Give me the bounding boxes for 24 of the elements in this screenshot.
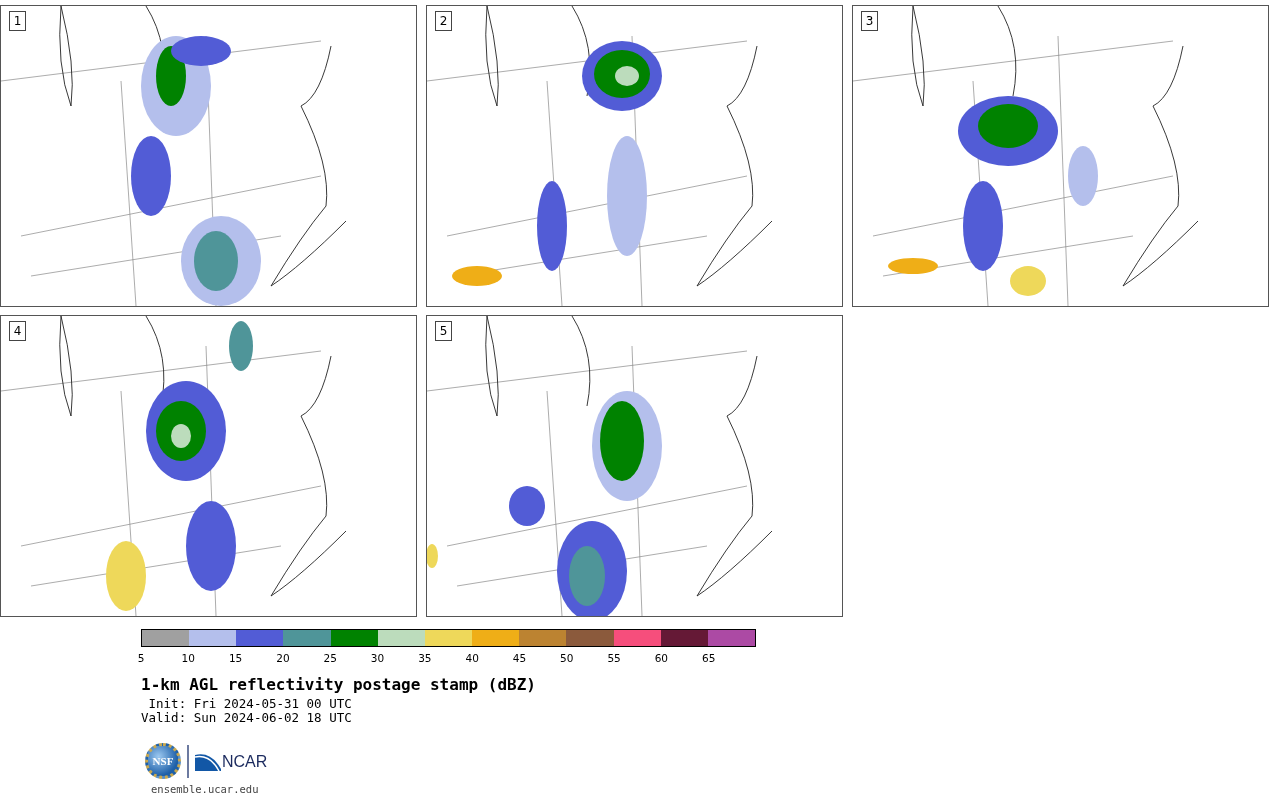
tick-label: 60: [654, 652, 669, 664]
panel-number: 1: [9, 11, 26, 31]
init-time: Init: Fri 2024-05-31 00 UTC: [147, 697, 353, 711]
panel-number: 3: [861, 11, 878, 31]
tick-label: 45: [512, 652, 527, 664]
tick-label: 30: [370, 652, 385, 664]
tick-label: 50: [560, 652, 574, 664]
tick-label: 55: [607, 652, 621, 664]
tick-label: 15: [228, 652, 243, 664]
nsf-logo: NSF: [145, 743, 181, 779]
website-url: ensemble.ucar.edu: [151, 783, 260, 795]
tick-label: 25: [323, 652, 337, 664]
tick-label: 35: [418, 652, 432, 664]
panel-number: 2: [435, 11, 452, 31]
tick-label: 10: [181, 652, 195, 664]
chart-title: 1-km AGL reflectivity postage stamp (dBZ): [141, 675, 537, 695]
valid-time: Valid: Sun 2024-06-02 18 UTC: [141, 711, 353, 725]
tick-label: 40: [465, 652, 479, 664]
tick-label: 20: [276, 652, 290, 664]
tick-label: 65: [702, 652, 716, 664]
ncar-logo: NCAR: [195, 751, 268, 771]
tick-label: 5: [137, 652, 145, 664]
panel-number: 5: [435, 321, 452, 341]
panel-number: 4: [9, 321, 26, 341]
